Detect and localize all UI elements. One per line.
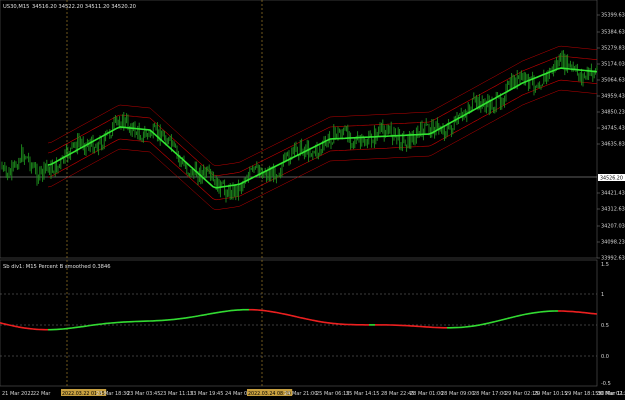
indicator-axis[interactable]: 1.5 1 0.5 0.0 -0.5: [601, 262, 611, 387]
price-axis-label: 34098.23: [601, 240, 625, 246]
time-axis[interactable]: 21 Mar 2022 22 Mar 2022.03.22 01:1523 Mar …: [2, 389, 625, 397]
price-axis-label: 33992.63: [601, 256, 625, 262]
time-axis-label: 25 Mar 14:15: [346, 391, 379, 397]
current-price-tag: 34526.20: [598, 174, 625, 182]
indicator-pane[interactable]: Sb div1: M15 Percent B smoothed 0.3846: [0, 259, 598, 387]
indicator-label: Sb div1: M15 Percent B smoothed 0.3846: [3, 264, 111, 270]
price-axis-label: 34959.43: [601, 94, 625, 100]
current-price-value: 34526.20: [600, 176, 623, 182]
price-axis-label: 35384.63: [601, 30, 625, 36]
ind-axis-1-5: 1.5: [601, 262, 609, 268]
time-axis-label: 25 Mar 06:15: [316, 391, 349, 397]
time-axis-label: 24 Mar 0: [225, 391, 247, 397]
time-axis-label: 29 Mar 10:15: [534, 391, 567, 397]
price-axis-label: 35399.63: [601, 13, 625, 19]
time-axis-label: 28 Mar 09:00: [441, 391, 474, 397]
time-axis-label: 24 Mar 21:00: [284, 391, 317, 397]
price-axis[interactable]: 35399.63 35384.63 35279.83 35174.03 35064.63…: [597, 13, 625, 262]
price-axis-label: 34421.43: [601, 191, 625, 197]
price-pane[interactable]: US30,M15 34516.20 34522.20 34511.20 3452…: [0, 0, 598, 259]
time-axis-label: 28 Mar 17:00: [473, 391, 506, 397]
price-axis-label: 35279.83: [601, 46, 625, 52]
time-axis-label: 23 Mar 03:45: [127, 391, 160, 397]
ind-axis-1: 1: [601, 292, 604, 298]
time-axis-label: 29 Mar 18:15: [565, 391, 598, 397]
trading-chart[interactable]: US30,M15 34516.20 34522.20 34511.20 3452…: [0, 0, 625, 400]
price-axis-label: 34635.83: [601, 142, 625, 148]
price-axis-label: 34312.63: [601, 207, 625, 213]
price-axis-label: 35174.03: [601, 62, 625, 68]
time-axis-label: 28 Mar 01:00: [410, 391, 443, 397]
ind-axis-0-5: 0.5: [601, 323, 609, 329]
price-axis-label: 34207.03: [601, 224, 625, 230]
quote-label: 34516.20 34522.20 34511.20 34520.20: [32, 4, 136, 10]
price-axis-label: 34745.43: [601, 126, 625, 132]
ind-axis-neg-0-5: -0.5: [601, 381, 611, 387]
symbol-label: US30,M15: [3, 4, 29, 10]
time-axis-label: 22 Mar: [33, 391, 51, 397]
time-axis-label: 23 Mar 19:45: [190, 391, 223, 397]
time-axis-label: 21 Mar 2022: [2, 391, 34, 397]
time-axis-label: 23 Mar 11:15: [160, 391, 193, 397]
price-axis-label: 35064.63: [601, 78, 625, 84]
ind-axis-0: 0.0: [601, 354, 609, 360]
time-axis-label: 23 Mar 18:30: [96, 391, 129, 397]
time-axis-label: 30 Mar 11:30: [598, 391, 625, 397]
price-axis-label: 34850.23: [601, 110, 625, 116]
